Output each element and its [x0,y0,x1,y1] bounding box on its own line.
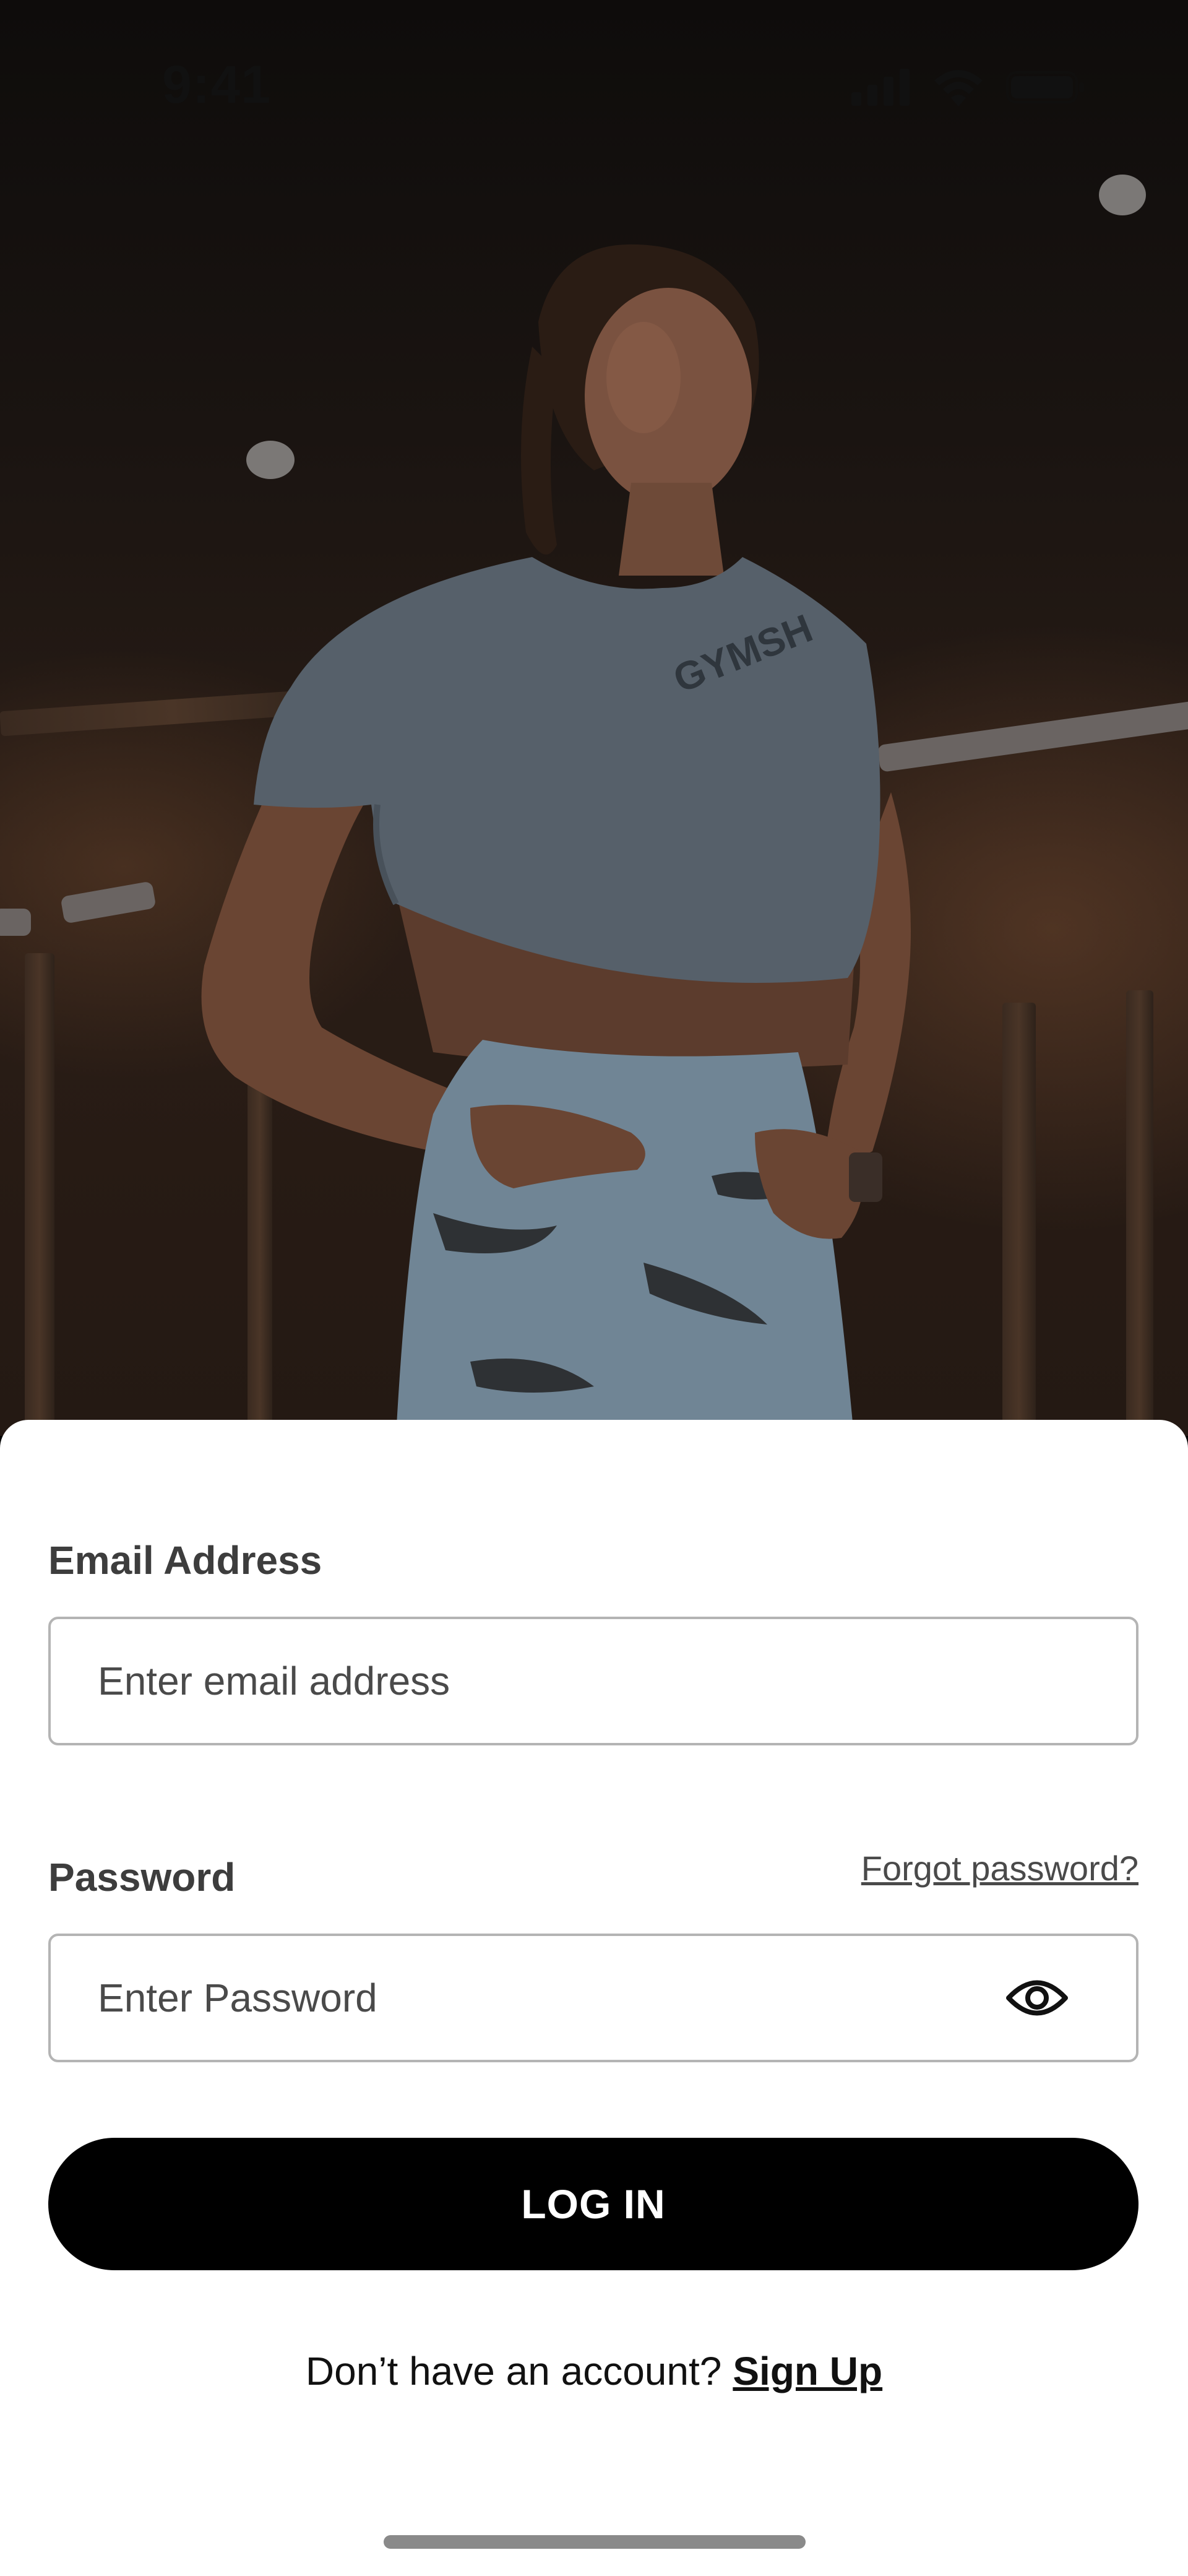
status-time: 9:41 [162,55,272,115]
login-screen: GYMSH 9:41 Email Address Enter email add… [0,0,1188,2576]
password-field-container [48,1934,1138,2062]
email-label: Email Address [48,1538,322,1583]
battery-icon [1006,69,1087,109]
status-bar: 9:41 [0,0,1188,155]
email-field-container [48,1617,1138,1745]
athlete-figure: GYMSH [201,244,911,1436]
hero-photo: GYMSH [0,0,1188,1436]
signup-link[interactable]: Sign Up [733,2349,882,2393]
login-sheet: Email Address Password Forgot password? … [0,1420,1188,2576]
eye-icon [1006,1980,1068,2016]
home-indicator [384,2535,806,2549]
forgot-password-link[interactable]: Forgot password? [861,1848,1138,1888]
signup-row: Don’t have an account? Sign Up [0,2348,1188,2394]
login-button[interactable]: LOG IN [48,2138,1138,2270]
status-icons [851,68,1087,110]
signup-prompt: Don’t have an account? [305,2349,722,2393]
password-field[interactable] [51,1936,1136,2060]
email-field[interactable] [51,1619,1136,1743]
wifi-icon [932,68,985,110]
password-label: Password [48,1855,236,1900]
cellular-signal-icon [851,69,911,109]
show-password-toggle[interactable] [1005,1966,1069,2030]
